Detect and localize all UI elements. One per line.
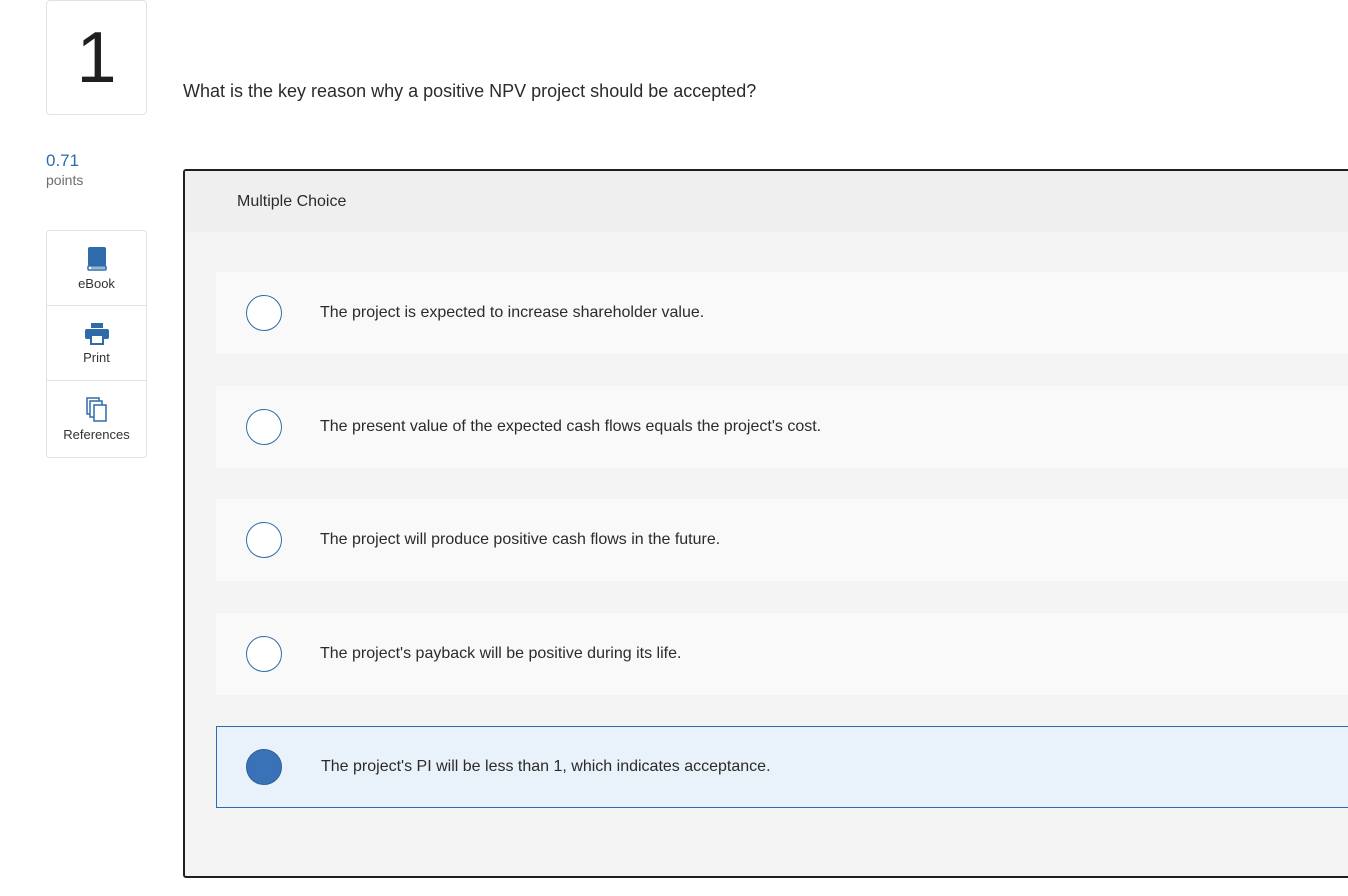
choice-text: The present value of the expected cash f…: [320, 418, 822, 435]
choice-option[interactable]: The project will produce positive cash f…: [216, 499, 1348, 581]
points-block: 0.71 points: [46, 151, 156, 189]
printer-icon: [84, 322, 109, 345]
ebook-button[interactable]: eBook: [47, 231, 146, 306]
print-label: Print: [83, 349, 110, 365]
radio-button[interactable]: [246, 295, 282, 331]
choice-text: The project's payback will be positive d…: [320, 645, 682, 662]
points-label: points: [46, 172, 84, 188]
choice-option[interactable]: The project is expected to increase shar…: [216, 272, 1348, 354]
radio-button[interactable]: [246, 522, 282, 558]
ebook-label: eBook: [78, 275, 115, 291]
references-label: References: [63, 426, 130, 442]
radio-button[interactable]: [246, 409, 282, 445]
question-number: 1: [46, 0, 147, 115]
question-page: 1 0.71 points eBook Print References Wha…: [0, 0, 1348, 896]
multiple-choice-panel: Multiple Choice The project is expected …: [183, 169, 1348, 878]
choice-text: The project will produce positive cash f…: [320, 531, 721, 548]
choice-text: The project's PI will be less than 1, wh…: [321, 758, 771, 775]
choice-text: The project is expected to increase shar…: [320, 304, 705, 321]
points-value: 0.71: [46, 151, 80, 170]
radio-button[interactable]: [246, 636, 282, 672]
choice-option[interactable]: The project's payback will be positive d…: [216, 613, 1348, 695]
tools-panel: eBook Print References: [46, 230, 147, 458]
print-button[interactable]: Print: [47, 306, 146, 381]
radio-button-selected[interactable]: [246, 749, 282, 785]
question-text: What is the key reason why a positive NP…: [183, 81, 757, 101]
choice-option-selected[interactable]: The project's PI will be less than 1, wh…: [216, 726, 1348, 808]
choice-option[interactable]: The present value of the expected cash f…: [216, 386, 1348, 468]
multiple-choice-header: Multiple Choice: [185, 171, 1348, 232]
book-icon: [86, 246, 107, 271]
references-button[interactable]: References: [47, 381, 146, 457]
documents-icon: [85, 396, 107, 422]
